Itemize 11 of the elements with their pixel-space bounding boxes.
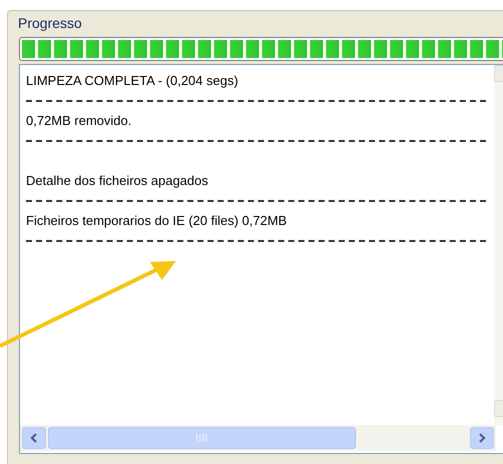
scroll-left-button[interactable] (22, 427, 46, 449)
chevron-left-icon (30, 433, 38, 443)
scroll-right-button[interactable] (470, 427, 494, 449)
log-line: Detalhe dos ficheiros apagados (26, 172, 210, 190)
log-line: Ficheiros temporarios do IE (20 files) 0,72MB (26, 212, 288, 230)
scroll-thumb[interactable] (48, 427, 356, 449)
group-title: Progresso (18, 14, 83, 32)
log-line: 0,72MB removido. (26, 112, 132, 130)
log-line: LIMPEZA COMPLETA - (0,204 segs) (26, 72, 240, 90)
grip-icon (196, 434, 208, 442)
chevron-right-icon (478, 433, 486, 443)
